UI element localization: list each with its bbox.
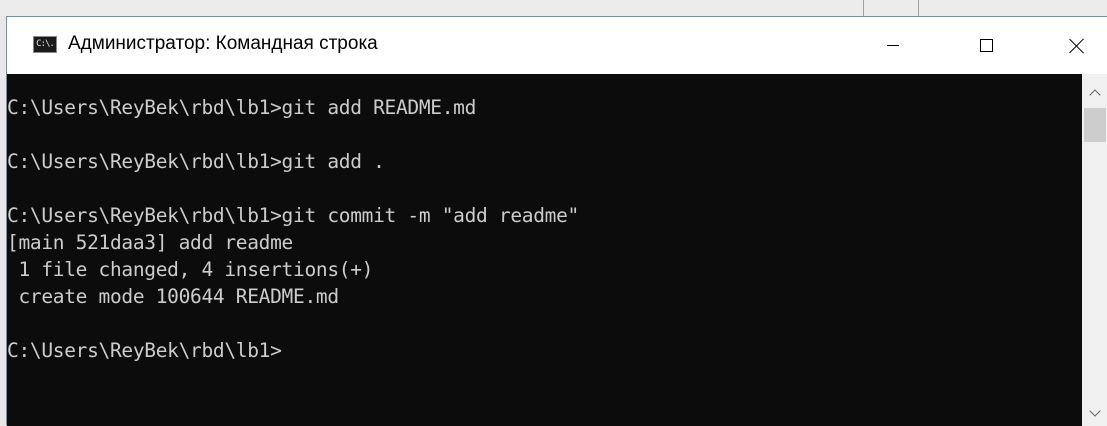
chevron-up-icon xyxy=(1089,89,1101,101)
minimize-icon xyxy=(887,45,899,46)
scroll-thumb[interactable] xyxy=(1084,108,1106,142)
console-line: create mode 100644 README.md xyxy=(7,285,339,308)
console-line: C:\Users\ReyBek\rbd\lb1>git commit -m "a… xyxy=(7,204,580,227)
console-line: C:\Users\ReyBek\rbd\lb1>git add README.m… xyxy=(7,96,477,119)
cmd-app-icon[interactable]: C:\. xyxy=(33,36,57,53)
cmd-app-icon-glyph: C:\. xyxy=(36,39,55,49)
close-icon xyxy=(1069,38,1085,54)
console-line: 1 file changed, 4 insertions(+) xyxy=(7,258,374,281)
vertical-scrollbar[interactable] xyxy=(1082,74,1107,426)
background-divider xyxy=(863,0,864,16)
minimize-button[interactable] xyxy=(864,17,922,74)
chevron-down-icon xyxy=(1089,405,1101,417)
maximize-button[interactable] xyxy=(957,17,1015,74)
console-line: [main 521daa3] add readme xyxy=(7,231,294,254)
cmd-window: C:\. Администратор: Командная строка C:\… xyxy=(6,16,1107,426)
scroll-up-button[interactable] xyxy=(1082,80,1107,106)
close-button[interactable] xyxy=(1048,17,1106,74)
window-title: Администратор: Командная строка xyxy=(68,33,378,54)
background-divider xyxy=(918,0,919,16)
maximize-icon xyxy=(979,39,993,52)
console-line: C:\Users\ReyBek\rbd\lb1>git add . xyxy=(7,150,385,173)
background-strip xyxy=(0,0,1107,16)
title-bar[interactable]: C:\. Администратор: Командная строка xyxy=(7,17,1107,74)
console-line: C:\Users\ReyBek\rbd\lb1> xyxy=(7,339,282,362)
console-output[interactable]: C:\Users\ReyBek\rbd\lb1>git add README.m… xyxy=(7,74,1082,426)
scroll-down-button[interactable] xyxy=(1082,400,1107,426)
